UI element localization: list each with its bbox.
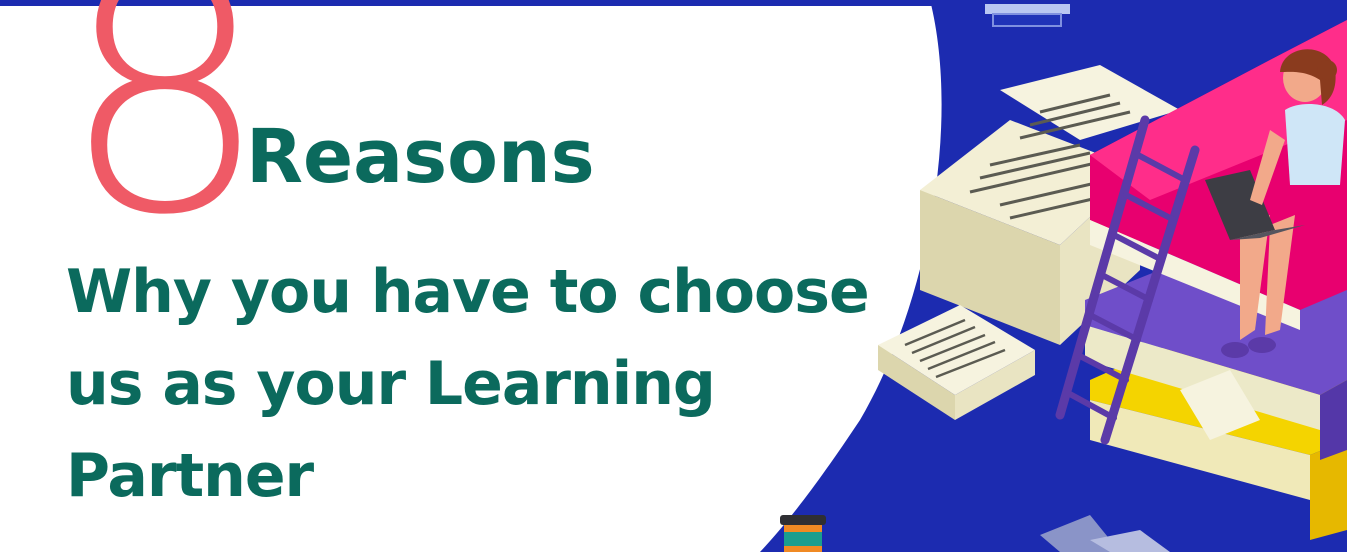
headline: Reasons (246, 114, 595, 200)
top-book-icon (985, 4, 1070, 14)
subtitle-line: Partner (66, 441, 314, 511)
hero-banner: 8 Reasons Why you have to choose us as y… (0, 0, 1347, 552)
subtitle-line: us as your Learning (66, 349, 716, 419)
subtitle: Why you have to choose us as your Learni… (66, 246, 870, 522)
reason-count-number: 8 (60, 0, 270, 287)
subtitle-line: Why you have to choose (66, 257, 870, 327)
